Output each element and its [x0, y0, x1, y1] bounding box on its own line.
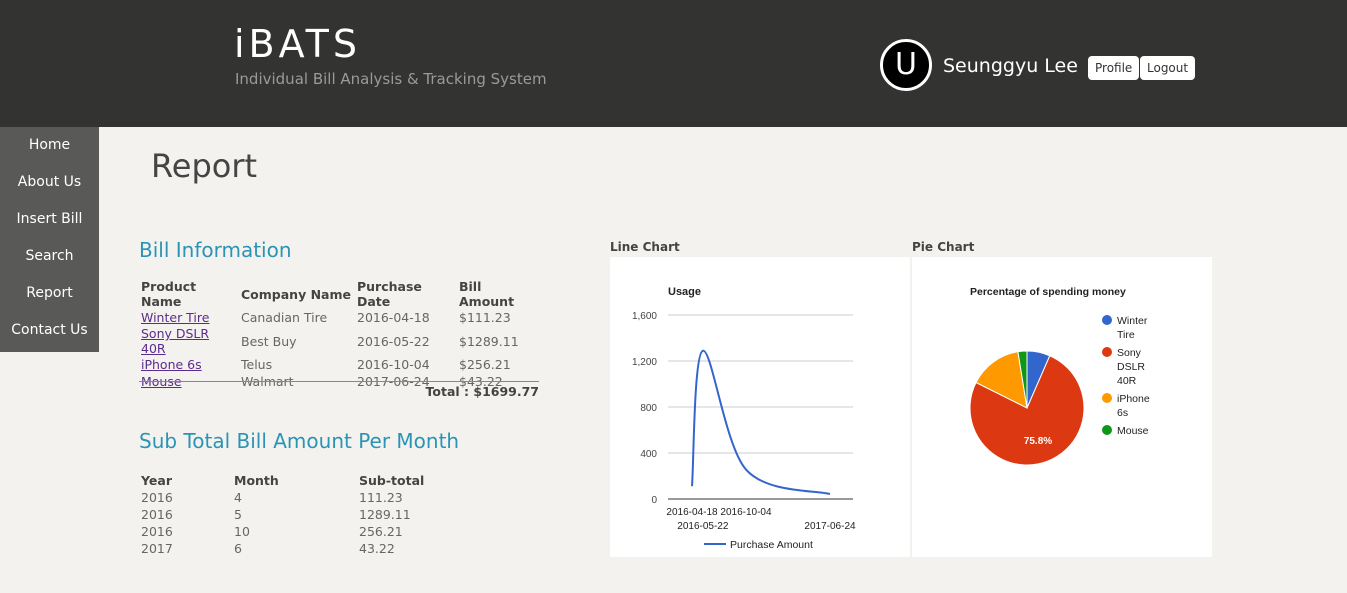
x-tick-label: 2016-10-04	[720, 507, 772, 518]
date-cell: 2016-10-04	[357, 357, 430, 372]
year-cell: 2017	[141, 541, 173, 556]
year-cell: 2016	[141, 524, 173, 539]
company-cell: Canadian Tire	[241, 310, 328, 325]
line-chart: Usage 0 400 800 1,200 1,600 2016-04-18 2016-05-…	[632, 286, 856, 551]
amount-cell: $111.23	[459, 310, 511, 325]
month-cell: 10	[234, 524, 250, 539]
pie-chart: Percentage of spending money 75.8% Winter T…	[969, 286, 1150, 466]
sidebar-item-about-us[interactable]: About Us	[0, 164, 99, 201]
legend-label: Sony DSLR 40R	[1117, 347, 1145, 387]
table-header-row: Year Month Sub-total	[139, 471, 447, 489]
bill-table: Product Name Company Name Purchase Date …	[139, 279, 537, 390]
col-product-name: Product Name	[141, 279, 197, 309]
page-title: Report	[151, 147, 258, 185]
line-chart-heading: Line Chart	[610, 240, 680, 254]
table-row: Winter Tire Canadian Tire 2016-04-18 $11…	[139, 309, 537, 326]
subtotal-cell: 43.22	[359, 541, 395, 556]
year-cell: 2016	[141, 507, 173, 522]
bill-total: Total : $1699.77	[425, 384, 539, 399]
table-row: 2016 10 256.21	[139, 523, 447, 540]
col-subtotal: Sub-total	[359, 472, 425, 488]
profile-button[interactable]: Profile	[1088, 56, 1140, 80]
avatar: U	[880, 39, 932, 91]
sidebar-item-insert-bill[interactable]: Insert Bill	[0, 201, 99, 238]
y-tick-label: 1,200	[632, 357, 657, 368]
app-subtitle: Individual Bill Analysis & Tracking Syst…	[235, 70, 547, 88]
company-cell: Best Buy	[241, 333, 297, 349]
x-tick-label: 2017-06-24	[804, 521, 856, 532]
col-month: Month	[234, 472, 279, 488]
subtotal-cell: 256.21	[359, 524, 403, 539]
company-cell: Telus	[241, 357, 273, 372]
legend-label: iPhone 6s	[1117, 393, 1150, 419]
table-row: Sony DSLR 40R Best Buy 2016-05-22 $1289.…	[139, 326, 537, 356]
subtotal-cell: 1289.11	[359, 507, 411, 522]
legend-label: Winter Tire	[1117, 315, 1148, 341]
x-tick-label: 2016-05-22	[677, 521, 729, 532]
amount-cell: $256.21	[459, 357, 511, 372]
chart-title: Percentage of spending money	[970, 286, 1126, 298]
product-link[interactable]: iPhone 6s	[141, 357, 202, 372]
table-row: 2016 4 111.23	[139, 489, 447, 506]
month-cell: 4	[234, 490, 242, 505]
table-row: 2017 6 43.22	[139, 540, 447, 557]
sidebar-item-report[interactable]: Report	[0, 275, 99, 312]
chart-title: Usage	[668, 286, 701, 298]
legend-swatch	[1102, 393, 1112, 403]
sidebar-nav: Home About Us Insert Bill Search Report …	[0, 127, 99, 352]
line-chart-panel: Usage 0 400 800 1,200 1,600 2016-04-18 2016-05-…	[610, 257, 910, 557]
avatar-letter: U	[895, 47, 917, 82]
sidebar-item-home[interactable]: Home	[0, 127, 99, 164]
app-title: iBATS	[234, 22, 362, 66]
subtotal-heading: Sub Total Bill Amount Per Month	[139, 429, 460, 453]
pie-chart-panel: Percentage of spending money 75.8% Winter T…	[912, 257, 1212, 557]
y-tick-label: 400	[640, 449, 657, 460]
header-bar: iBATS Individual Bill Analysis & Trackin…	[0, 0, 1347, 127]
y-tick-label: 800	[640, 403, 657, 414]
month-cell: 5	[234, 507, 242, 522]
date-cell: 2016-05-22	[357, 333, 430, 349]
year-cell: 2016	[141, 490, 173, 505]
logout-button[interactable]: Logout	[1140, 56, 1196, 80]
legend-label: Purchase Amount	[730, 539, 813, 551]
col-year: Year	[141, 472, 172, 488]
y-tick-label: 0	[651, 495, 657, 506]
date-cell: 2016-04-18	[357, 310, 430, 325]
legend-label: Mouse	[1117, 425, 1149, 437]
subtotal-cell: 111.23	[359, 490, 403, 505]
month-cell: 6	[234, 541, 242, 556]
bill-info-heading: Bill Information	[139, 238, 292, 262]
sidebar-item-search[interactable]: Search	[0, 238, 99, 275]
series-line-purchase-amount	[691, 349, 831, 495]
legend-swatch	[1102, 315, 1112, 325]
user-name: Seunggyu Lee	[943, 55, 1078, 77]
product-link[interactable]: Winter Tire	[141, 310, 209, 325]
table-row: iPhone 6s Telus 2016-10-04 $256.21	[139, 356, 537, 373]
x-tick-label: 2016-04-18	[666, 507, 718, 518]
col-purchase-date: Purchase Date	[357, 279, 422, 309]
col-company-name: Company Name	[241, 286, 351, 302]
amount-cell: $1289.11	[459, 333, 519, 349]
legend-swatch	[1102, 425, 1112, 435]
y-tick-label: 1,600	[632, 311, 657, 322]
product-link[interactable]: Sony DSLR 40R	[141, 326, 209, 356]
table-row: 2016 5 1289.11	[139, 506, 447, 523]
subtotal-table: Year Month Sub-total 2016 4 111.23 2016 5 12…	[139, 471, 447, 557]
divider	[139, 381, 539, 382]
legend-swatch	[1102, 347, 1112, 357]
slice-percent-label: 75.8%	[1024, 436, 1052, 447]
pie-chart-heading: Pie Chart	[912, 240, 975, 254]
table-header-row: Product Name Company Name Purchase Date …	[139, 279, 537, 309]
col-bill-amount: Bill Amount	[459, 279, 515, 309]
sidebar-item-contact-us[interactable]: Contact Us	[0, 312, 99, 349]
